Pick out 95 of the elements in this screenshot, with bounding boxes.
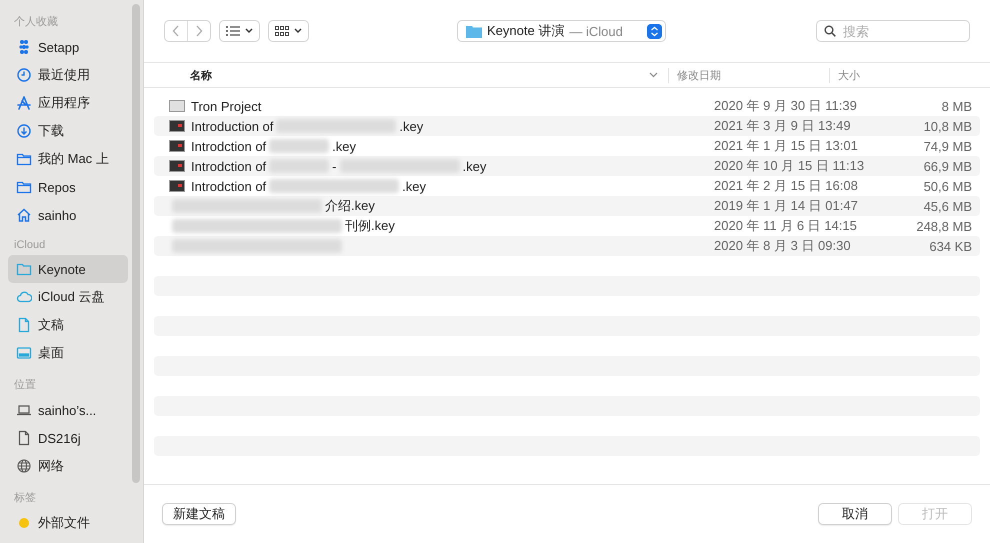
column-header[interactable]: 大小: [830, 68, 860, 82]
file-size: 45,6 MB: [922, 198, 973, 214]
sidebar-item[interactable]: 文稿: [8, 311, 128, 339]
new-document-button[interactable]: 新建文稿: [162, 503, 236, 525]
presentation-file-icon: [169, 160, 185, 172]
file-row[interactable]: 刊例.key 2020 年 11 月 6 日 14:15 248,8 MB: [154, 216, 980, 236]
file-size: 10,8 MB: [922, 118, 973, 134]
sidebar-item[interactable]: 下载: [8, 117, 128, 145]
grid-icon: [275, 26, 289, 36]
file-name: .key: [462, 158, 486, 174]
redacted-text: [269, 139, 330, 153]
file-size: 634 KB: [928, 238, 973, 254]
folder-icon: [16, 261, 32, 277]
file-name: Introdction of: [191, 138, 266, 154]
file-size: 74,9 MB: [922, 138, 973, 154]
sidebar-item[interactable]: 外部文件: [8, 509, 128, 537]
column-header[interactable]: 名称: [144, 68, 669, 82]
sidebar-item[interactable]: Setapp: [8, 33, 128, 61]
list-view-button[interactable]: [219, 20, 260, 42]
file-size: 66,9 MB: [922, 158, 973, 174]
sidebar-item[interactable]: Keynote: [8, 255, 128, 283]
sidebar-item[interactable]: DS216j: [8, 424, 128, 452]
caret-icon: [245, 28, 253, 34]
cloud-icon: [16, 289, 32, 305]
file-size: 248,8 MB: [915, 218, 973, 234]
file-size: 50,6 MB: [922, 178, 973, 194]
search-field[interactable]: 搜索: [816, 20, 970, 42]
location-name: Keynote 讲演: [487, 22, 564, 40]
file-row[interactable]: Introdction of .key 2021 年 1 月 15 日 13:01 74,9 MB: [154, 136, 980, 156]
file-name: Introduction of: [191, 118, 274, 134]
modified-date: 2021 年 2 月 15 日 16:08: [714, 177, 859, 195]
chevron-left-icon: [172, 25, 180, 37]
sidebar-item[interactable]: iCloud 云盘: [8, 283, 128, 311]
section-title: 位置: [14, 378, 37, 392]
modified-date: 2020 年 8 月 3 日 09:30: [714, 237, 852, 255]
modified-date: 2021 年 3 月 9 日 13:49: [714, 117, 852, 135]
chevron-right-icon: [195, 25, 203, 37]
folder-icon: [16, 179, 32, 195]
scrollbar[interactable]: [132, 4, 140, 483]
folder-icon: [16, 151, 32, 167]
download-icon: [16, 123, 32, 139]
search-icon: [824, 25, 836, 37]
file-row[interactable]: Tron Project 2020 年 9 月 30 日 11:39 8 MB: [154, 96, 980, 116]
document-icon: [16, 430, 32, 446]
file-name: .key: [332, 138, 356, 154]
file-name: 刊例.key: [345, 217, 395, 235]
file-icon: [169, 100, 185, 112]
cancel-button[interactable]: 取消: [818, 503, 892, 525]
modified-date: 2020 年 11 月 6 日 14:15: [714, 217, 858, 235]
sidebar-item[interactable]: Repos: [8, 173, 128, 201]
location-popup[interactable]: Keynote 讲演 — iCloud: [457, 20, 666, 42]
modified-date: 2019 年 1 月 14 日 01:47: [714, 197, 859, 215]
stepper-icon: [647, 24, 662, 38]
list-icon: [226, 26, 240, 36]
sidebar-item[interactable]: 网络: [8, 452, 128, 480]
file-name: .key: [399, 118, 424, 134]
section-title: 个人收藏: [14, 14, 59, 29]
location-suffix: — iCloud: [569, 24, 624, 38]
sidebar-item[interactable]: 最近使用: [8, 61, 128, 89]
file-row[interactable]: Introdction of - .key 2020 年 10 月 15 日 11:13 66,9 MB: [154, 156, 980, 176]
caret-icon: [294, 28, 302, 34]
section-title: iCloud: [14, 239, 46, 251]
section-title: 标签: [14, 491, 37, 505]
file-name: .key: [402, 178, 426, 194]
modified-date: 2021 年 1 月 15 日 13:01: [714, 137, 859, 155]
desktop-icon: [16, 345, 32, 361]
file-name: 介绍.key: [325, 197, 375, 215]
column-header[interactable]: 修改日期: [669, 68, 830, 82]
sidebar-item[interactable]: sainho’s...: [8, 396, 128, 424]
file-row[interactable]: 2020 年 8 月 3 日 09:30 634 KB: [154, 236, 980, 256]
sidebar-item[interactable]: 桌面: [8, 339, 128, 367]
file-name: Introdction of: [191, 158, 266, 174]
file-row[interactable]: Introdction of .key 2021 年 2 月 15 日 16:08 50,6 MB: [154, 176, 980, 196]
file-row[interactable]: Introduction of .key 2021 年 3 月 9 日 13:49 10,8 MB: [154, 116, 980, 136]
home-icon: [16, 207, 32, 223]
clock-icon: [16, 67, 32, 83]
apps-icon: [16, 95, 32, 111]
globe-icon: [16, 458, 32, 474]
file-name: Introdction of: [191, 178, 266, 194]
file-size: 8 MB: [940, 98, 973, 114]
file-name: Tron Project: [191, 98, 262, 114]
file-row[interactable]: 介绍.key 2019 年 1 月 14 日 01:47 45,6 MB: [154, 196, 980, 216]
folder-icon: [466, 24, 482, 38]
file-name: -: [332, 158, 336, 174]
grid-view-button[interactable]: [268, 20, 309, 42]
modified-date: 2020 年 9 月 30 日 11:39: [714, 97, 858, 115]
sort-chevron-icon: [649, 72, 658, 78]
presentation-file-icon: [169, 140, 185, 152]
presentation-file-icon: [169, 120, 185, 132]
sidebar-item[interactable]: sainho: [8, 201, 128, 229]
sidebar-item[interactable]: 我的 Mac 上: [8, 145, 128, 173]
document-icon: [16, 317, 32, 333]
presentation-file-icon: [169, 180, 185, 192]
modified-date: 2020 年 10 月 15 日 11:13: [714, 157, 864, 175]
sidebar-item[interactable]: 应用程序: [8, 89, 128, 117]
